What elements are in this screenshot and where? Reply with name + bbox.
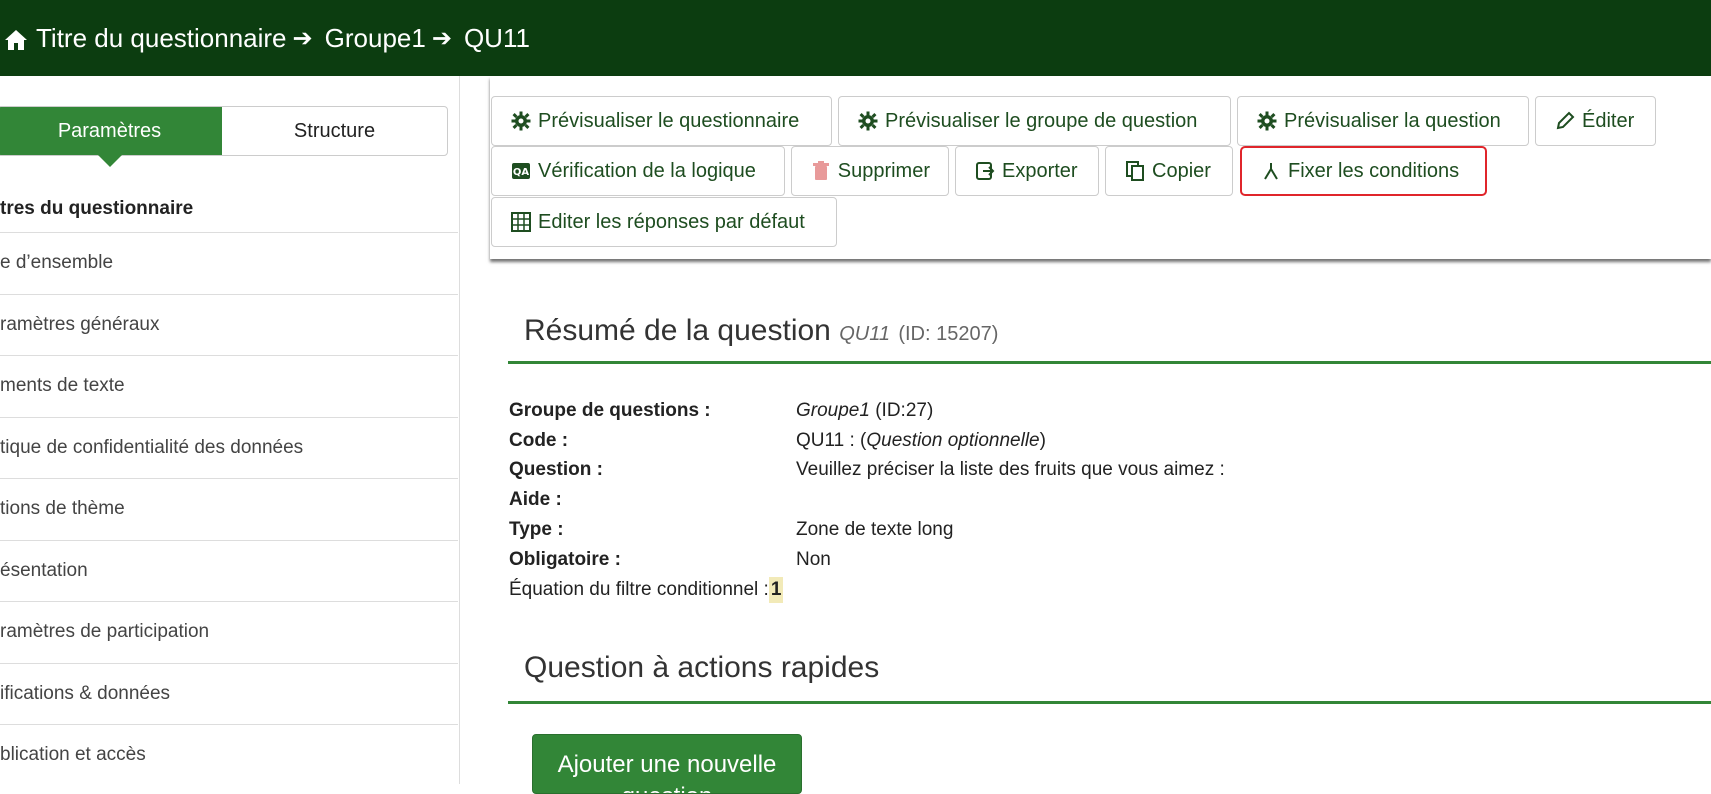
sidebar-item-overview[interactable]: e d’ensemble (0, 232, 458, 294)
home-icon[interactable] (4, 27, 28, 50)
svg-text:QA: QA (513, 167, 530, 178)
main-content: Prévisualiser le questionnaire Prévisual… (460, 76, 1711, 794)
copy-label: Copier (1152, 159, 1211, 182)
code-label: Code : (509, 429, 569, 451)
mandatory-label: Obligatoire : (509, 548, 621, 570)
property-row: Obligatoire : Non (509, 545, 1225, 575)
logic-check-label: Vérification de la logique (538, 159, 756, 182)
edit-defaults-label: Editer les réponses par défaut (538, 210, 805, 233)
preview-question-label: Prévisualiser la question (1284, 109, 1501, 132)
edit-defaults-button[interactable]: Editer les réponses par défaut (491, 197, 837, 247)
pencil-icon (1554, 110, 1576, 132)
quick-actions-title: Question à actions rapides (524, 651, 880, 684)
sidebar-item-presentation[interactable]: ésentation (0, 539, 458, 602)
group-name: Groupe1 (796, 399, 870, 421)
sidebar-item-publication-access[interactable]: blication et accès (0, 724, 458, 786)
code-prefix: QU11 : ( (796, 429, 867, 451)
section-divider (508, 701, 1711, 704)
question-label: Question : (509, 459, 603, 481)
sidebar-item-privacy-policy[interactable]: tique de confidentialité des données (0, 416, 458, 479)
edit-label: Éditer (1582, 109, 1635, 132)
breadcrumb-survey-title[interactable]: Titre du questionnaire (36, 23, 287, 54)
add-question-button[interactable]: Ajouter une nouvelle question (532, 734, 802, 794)
copy-button[interactable]: Copier (1105, 146, 1233, 196)
condition-label: Équation du filtre conditionnel : (509, 578, 769, 600)
code-suffix: ) (1039, 429, 1046, 451)
qa-icon: QA (510, 160, 532, 182)
question-id: (ID: 15207) (898, 323, 999, 345)
breadcrumb: Titre du questionnaire ➔ Groupe1 ➔ QU11 (0, 0, 1711, 76)
edit-button[interactable]: Éditer (1535, 96, 1656, 146)
property-row: Type : Zone de texte long (509, 515, 1225, 545)
export-button[interactable]: Exporter (955, 146, 1099, 196)
group-value: Groupe1 (ID:27) (796, 400, 933, 422)
export-icon (974, 160, 996, 182)
fork-icon (1260, 160, 1282, 182)
summary-title: Résumé de la question QU11 (ID: 15207) (524, 314, 998, 348)
sidebar-item-general-settings[interactable]: ramètres généraux (0, 293, 458, 356)
delete-button[interactable]: Supprimer (791, 146, 949, 196)
gear-icon (857, 110, 879, 132)
help-label: Aide : (509, 489, 562, 511)
question-properties: Groupe de questions : Groupe1 (ID:27) Co… (509, 396, 1225, 605)
preview-survey-button[interactable]: Prévisualiser le questionnaire (491, 96, 832, 146)
set-conditions-label: Fixer les conditions (1288, 159, 1460, 182)
sidebar-menu: e d’ensemble ramètres généraux ments de … (0, 232, 458, 786)
section-divider (508, 361, 1711, 364)
sidebar-tabs: Paramètres Structure (0, 106, 448, 167)
condition-value: 1 (768, 576, 784, 603)
logic-check-button[interactable]: QA Vérification de la logique (491, 146, 785, 196)
summary-heading: Résumé de la question (524, 314, 831, 347)
preview-question-button[interactable]: Prévisualiser la question (1237, 96, 1529, 146)
delete-label: Supprimer (837, 159, 930, 182)
code-value: QU11 : (Question optionnelle) (796, 430, 1046, 452)
question-text: Veuillez préciser la liste des fruits qu… (796, 459, 1225, 481)
preview-group-label: Prévisualiser le groupe de question (885, 109, 1198, 132)
type-label: Type : (509, 519, 564, 541)
group-id: (ID:27) (875, 399, 934, 421)
group-label: Groupe de questions : (509, 399, 711, 421)
set-conditions-button[interactable]: Fixer les conditions (1240, 146, 1487, 196)
property-row: Équation du filtre conditionnel : 1 (509, 575, 1225, 605)
sidebar-item-text-elements[interactable]: ments de texte (0, 355, 458, 417)
sidebar: Paramètres Structure tres du questionnai… (0, 76, 460, 784)
gear-icon (1256, 110, 1278, 132)
sidebar-heading: tres du questionnaire (0, 198, 194, 219)
trash-icon (810, 160, 832, 182)
mandatory-value: Non (796, 548, 831, 570)
export-label: Exporter (1002, 159, 1078, 182)
question-code: QU11 (839, 323, 890, 345)
preview-group-button[interactable]: Prévisualiser le groupe de question (838, 96, 1231, 146)
sidebar-item-theme-options[interactable]: tions de thème (0, 478, 458, 540)
gear-icon (510, 110, 532, 132)
copy-icon (1124, 160, 1146, 182)
type-value: Zone de texte long (796, 519, 954, 541)
table-icon (510, 211, 532, 233)
code-optional: Question optionnelle (866, 429, 1040, 451)
sidebar-item-participation-settings[interactable]: ramètres de participation (0, 601, 458, 663)
property-row: Aide : (509, 485, 1225, 515)
tab-structure[interactable]: Structure (222, 107, 447, 155)
question-toolbar: Prévisualiser le questionnaire Prévisual… (490, 76, 1711, 259)
breadcrumb-group[interactable]: Groupe1 (325, 23, 426, 54)
arrow-right-icon: ➔ (292, 24, 313, 52)
arrow-right-icon: ➔ (431, 24, 452, 52)
tab-settings[interactable]: Paramètres (0, 107, 222, 167)
property-row: Code : QU11 : (Question optionnelle) (509, 426, 1225, 456)
property-row: Question : Veuillez préciser la liste de… (509, 456, 1225, 486)
breadcrumb-question: QU11 (463, 22, 530, 53)
sidebar-item-notifications-data[interactable]: ifications & données (0, 662, 458, 725)
property-row: Groupe de questions : Groupe1 (ID:27) (509, 396, 1225, 426)
preview-survey-label: Prévisualiser le questionnaire (538, 109, 800, 132)
